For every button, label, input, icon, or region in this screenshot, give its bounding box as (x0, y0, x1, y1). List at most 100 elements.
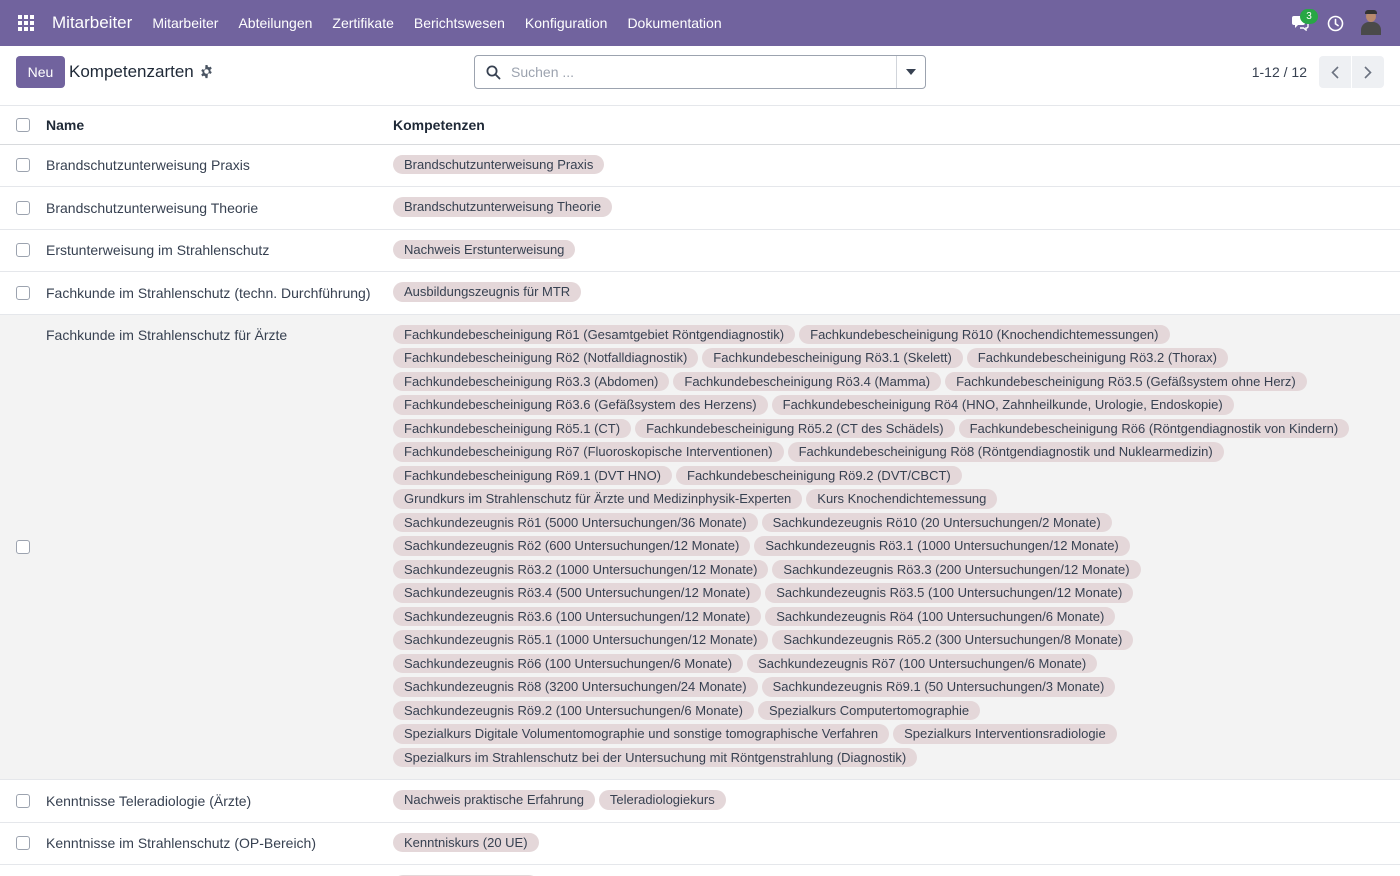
row-checkbox[interactable] (16, 793, 30, 808)
select-all-checkbox[interactable] (16, 117, 30, 132)
skill-tag: Sachkundezeugnis Rö10 (20 Untersuchungen… (761, 512, 1112, 532)
skill-tag: Sachkundezeugnis Rö3.1 (1000 Untersuchun… (754, 536, 1130, 556)
activity-button[interactable] (1320, 0, 1350, 46)
skills-cell: Nachweis Erstunterweisung (393, 229, 1400, 272)
search-bar (474, 55, 926, 89)
row-checkbox[interactable] (16, 200, 30, 215)
systray: 3 (1280, 0, 1400, 46)
menu-item-dokumentation[interactable]: Dokumentation (627, 15, 721, 31)
pager-value[interactable]: 1-12 / 12 (1252, 64, 1307, 80)
table-row[interactable]: Kenntnisse im Strahlenschutz (OP-Bereich… (0, 822, 1400, 865)
chevron-right-icon (1364, 65, 1372, 79)
table-row[interactable]: Fachkunde im Strahlenschutz für Ärzte Fac… (0, 314, 1400, 780)
skill-tag: Sachkundezeugnis Rö3.2 (1000 Untersuchun… (393, 559, 769, 579)
skill-tag: Fachkundebescheinigung Rö2 (Notfalldiagn… (393, 348, 699, 368)
table-row[interactable]: Kenntnisse Teleradiologie (Ärzte) Nachwei… (0, 780, 1400, 823)
new-button[interactable]: Neu (16, 56, 65, 88)
skill-tag: Sachkundezeugnis Rö3.5 (100 Untersuchung… (765, 583, 1134, 603)
row-name[interactable]: Kenntnisse Teleradiologie (Ärzte) (46, 793, 384, 809)
skill-tag: Sachkundezeugnis Rö6 (100 Untersuchungen… (393, 653, 744, 673)
search-options-toggle[interactable] (896, 56, 925, 88)
skill-tag: Fachkundebescheinigung Rö7 (Fluoroskopis… (393, 442, 784, 462)
skill-tag: Nachweis praktische Erfahrung (393, 790, 595, 810)
skill-tag: Fachkundebescheinigung Rö9.2 (DVT/CBCT) (676, 465, 962, 485)
row-name[interactable]: Brandschutzunterweisung Praxis (46, 157, 384, 173)
search-input[interactable] (511, 57, 896, 87)
pager-previous-button[interactable] (1319, 56, 1351, 88)
skill-tag: Fachkundebescheinigung Rö3.1 (Skelett) (702, 348, 963, 368)
skill-tag: Sachkundezeugnis Rö3.4 (500 Untersuchung… (393, 583, 762, 603)
row-checkbox[interactable] (16, 539, 30, 554)
skill-tag: Sachkundezeugnis Rö3.3 (200 Untersuchung… (772, 559, 1141, 579)
gear-icon[interactable] (199, 64, 214, 79)
table-row[interactable]: Fachkunde im Strahlenschutz (techn. Durc… (0, 272, 1400, 315)
skill-tag: Kenntniskurs (20 UE) (393, 832, 539, 852)
menu-item-zertifikate[interactable]: Zertifikate (332, 15, 393, 31)
row-checkbox[interactable] (16, 285, 30, 300)
skill-tag: Kurs Knochendichtemessung (806, 489, 998, 509)
skill-tag: Fachkundebescheinigung Rö3.2 (Thorax) (966, 348, 1228, 368)
row-checkbox[interactable] (16, 158, 30, 173)
page-title: Kompetenzarten (69, 62, 194, 81)
skill-tag: Fachkundebescheinigung Rö5.1 (CT) (393, 418, 632, 438)
skill-tag: Spezialkurs Interventionsradiologie (893, 724, 1117, 744)
skill-tag: Sachkundezeugnis Rö7 (100 Untersuchungen… (747, 653, 1098, 673)
skill-tag: Fachkundebescheinigung Rö4 (HNO, Zahnhei… (771, 395, 1234, 415)
row-checkbox[interactable] (16, 243, 30, 258)
chevron-left-icon (1331, 65, 1339, 79)
app-name[interactable]: Mitarbeiter (52, 13, 132, 33)
skills-cell: Brandschutzunterweisung Praxis (393, 144, 1400, 187)
skill-tag: Grundkurs im Strahlenschutz für Ärzte un… (393, 489, 803, 509)
clock-icon (1327, 15, 1343, 31)
table-header-row: Name Kompetenzen (0, 106, 1400, 144)
menu-item-mitarbeiter[interactable]: Mitarbeiter (152, 15, 218, 31)
pager-next-button[interactable] (1352, 56, 1384, 88)
control-panel: Neu Kompetenzarten 1-12 / 12 (0, 46, 1400, 106)
skills-cell: Nachweis praktische Erfahrung Teleradiolo… (393, 780, 1400, 823)
skill-tag: Fachkundebescheinigung Rö5.2 (CT des Sch… (635, 418, 955, 438)
table-row[interactable]: Brandschutzunterweisung Theorie Brandschu… (0, 187, 1400, 229)
skill-tag: Sachkundezeugnis Rö1 (5000 Untersuchunge… (393, 512, 758, 532)
row-name[interactable]: Erstunterweisung im Strahlenschutz (46, 242, 384, 258)
column-header-name[interactable]: Name (46, 106, 393, 144)
list-table: Name Kompetenzen Brandschutzunterweisung… (0, 106, 1400, 876)
skill-tag: Fachkundebescheinigung Rö10 (Knochendich… (799, 324, 1170, 344)
skill-tag: Sachkundezeugnis Rö5.1 (1000 Untersuchun… (393, 630, 769, 650)
row-name[interactable]: Fachkunde im Strahlenschutz für Ärzte (46, 327, 384, 343)
row-name[interactable]: Kenntnisse im Strahlenschutz (OP-Bereich… (46, 835, 384, 851)
skill-tag: Fachkundebescheinigung Rö3.5 (Gefäßsyste… (945, 371, 1307, 391)
skills-cell: Fachkundebescheinigung Rö1 (Gesamtgebiet… (393, 314, 1400, 780)
messaging-button[interactable]: 3 (1280, 0, 1320, 46)
skill-tag: Brandschutzunterweisung Praxis (393, 154, 605, 174)
skills-cell: Ausbildungszeugnis für MTR (393, 272, 1400, 315)
skills-cell: Kenntniskurs (90 UE) (393, 865, 1400, 876)
user-avatar[interactable] (1360, 10, 1382, 35)
skill-tag: Fachkundebescheinigung Rö9.1 (DVT HNO) (393, 465, 673, 485)
skills-cell: Kenntniskurs (20 UE) (393, 822, 1400, 865)
table-row[interactable]: Erstunterweisung im Strahlenschutz Nachwe… (0, 229, 1400, 272)
skill-tag: Sachkundezeugnis Rö5.2 (300 Untersuchung… (772, 630, 1134, 650)
menu-item-abteilungen[interactable]: Abteilungen (238, 15, 312, 31)
menu-item-berichtswesen[interactable]: Berichtswesen (414, 15, 505, 31)
skill-tag: Sachkundezeugnis Rö9.2 (100 Untersuchung… (393, 700, 754, 720)
row-name[interactable]: Brandschutzunterweisung Theorie (46, 200, 384, 216)
skill-tag: Fachkundebescheinigung Rö6 (Röntgendiagn… (958, 418, 1350, 438)
skill-tag: Spezialkurs Digitale Volumentomographie … (393, 724, 890, 744)
menu-item-konfiguration[interactable]: Konfiguration (525, 15, 608, 31)
skill-tag: Fachkundebescheinigung Rö3.4 (Mamma) (673, 371, 942, 391)
skill-tag: Fachkundebescheinigung Rö1 (Gesamtgebiet… (393, 324, 796, 344)
skill-tag: Fachkundebescheinigung Rö3.3 (Abdomen) (393, 371, 670, 391)
row-name[interactable]: Fachkunde im Strahlenschutz (techn. Durc… (46, 285, 384, 301)
column-header-skills[interactable]: Kompetenzen (393, 106, 1400, 144)
skill-tag: Sachkundezeugnis Rö8 (3200 Untersuchunge… (393, 677, 758, 697)
apps-grid-icon (18, 15, 34, 31)
skill-tag: Sachkundezeugnis Rö4 (100 Untersuchungen… (765, 606, 1116, 626)
apps-menu-button[interactable] (0, 0, 52, 46)
table-row[interactable]: Brandschutzunterweisung Praxis Brandschut… (0, 144, 1400, 187)
skill-tag: Teleradiologiekurs (598, 790, 726, 810)
skill-tag: Spezialkurs im Strahlenschutz bei der Un… (393, 747, 918, 767)
row-checkbox[interactable] (16, 836, 30, 851)
skill-tag: Brandschutzunterweisung Theorie (393, 197, 613, 217)
skill-tag: Sachkundezeugnis Rö9.1 (50 Untersuchunge… (761, 677, 1116, 697)
table-row[interactable]: Kenntnisse im Strahlenschutz (Röntgensch… (0, 865, 1400, 876)
